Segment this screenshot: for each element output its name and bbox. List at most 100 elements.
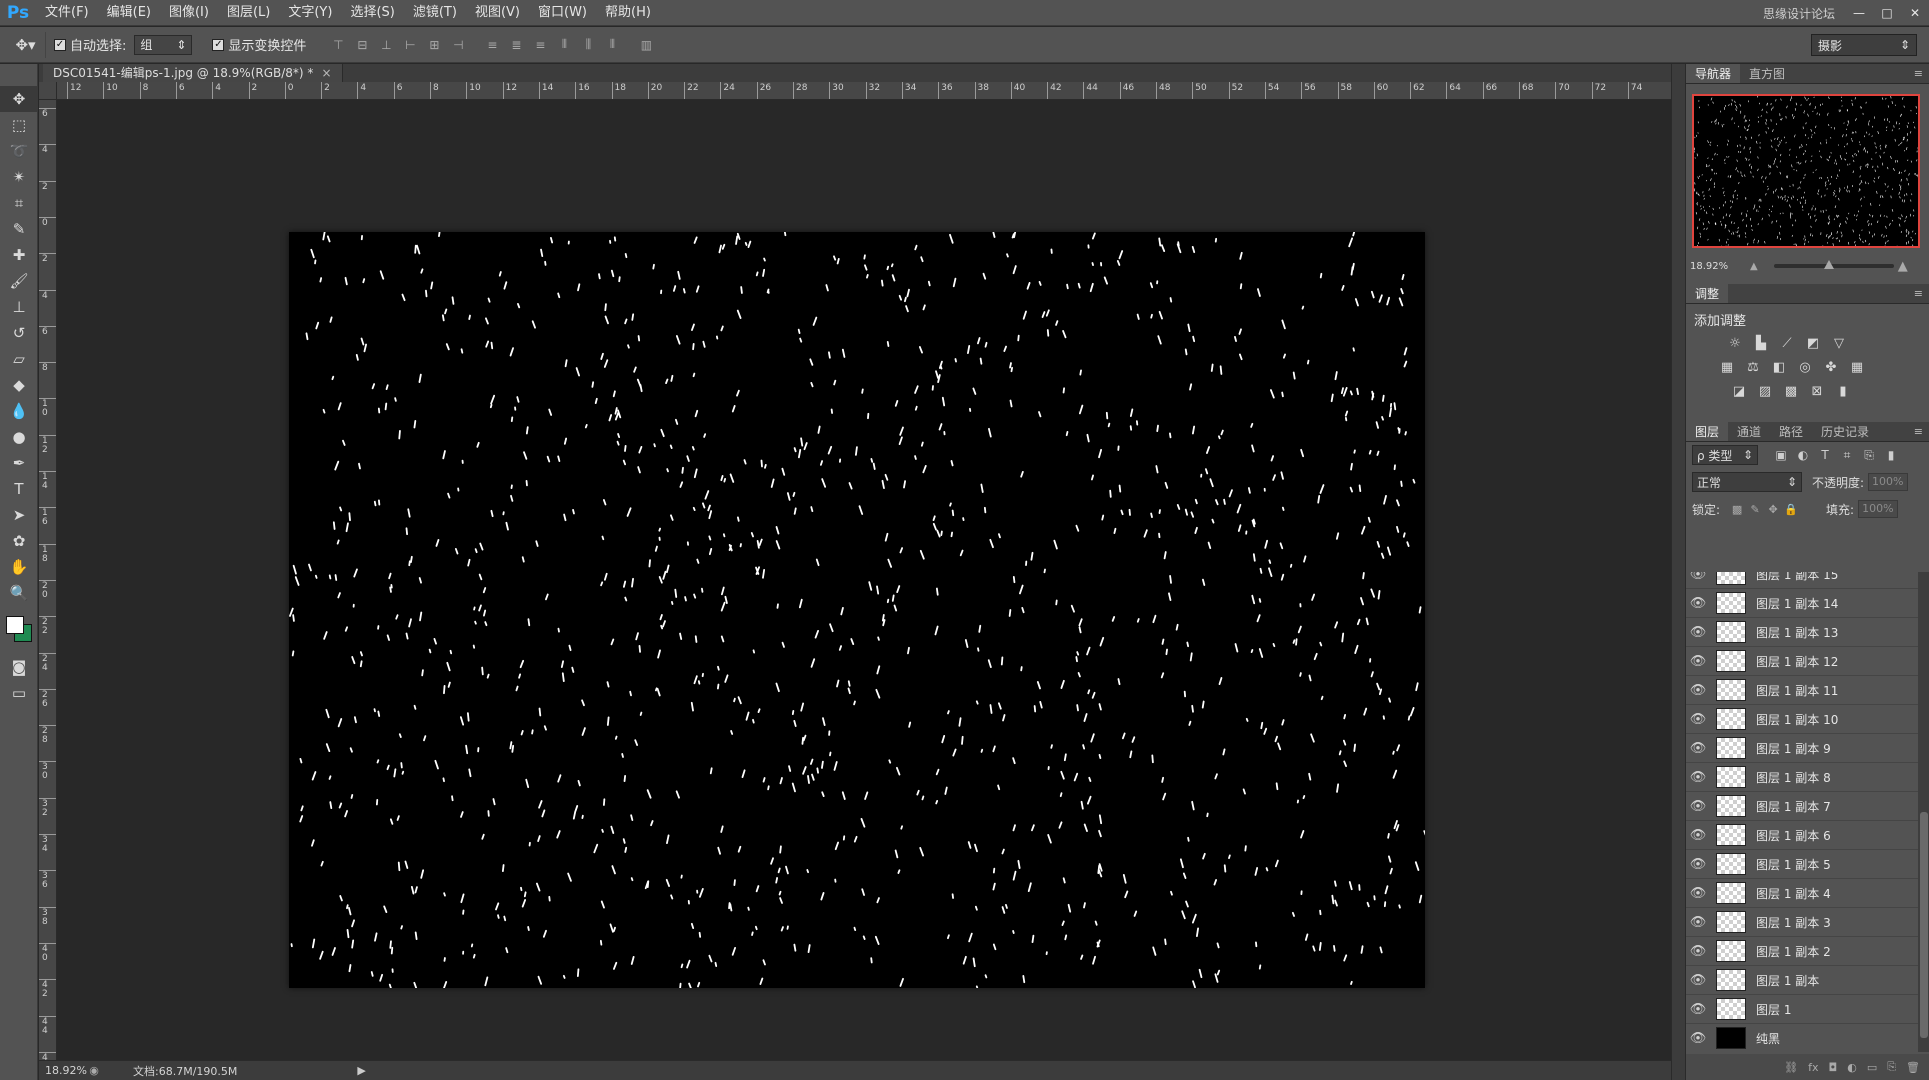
zoom-tool-icon[interactable]: 🔍 — [0, 580, 38, 606]
distribute-left-icon[interactable]: ⦀ — [554, 36, 574, 54]
visibility-eye-icon[interactable]: 👁 — [1686, 857, 1710, 872]
status-menu-arrow-icon[interactable]: ▶ — [357, 1064, 365, 1077]
zoom-in-icon[interactable]: ▲ — [1898, 259, 1908, 274]
auto-select-checkbox[interactable]: ✓ — [54, 38, 66, 51]
workspace-dropdown[interactable]: 摄影 ⇕ — [1811, 34, 1917, 56]
menu-item[interactable]: 选择(S) — [341, 0, 403, 26]
vertical-ruler[interactable]: 642024681 01 21 41 61 82 02 22 42 62 83 … — [39, 100, 57, 1060]
brush-tool-icon[interactable]: 🖌 — [0, 268, 38, 294]
ruler-origin[interactable] — [39, 82, 57, 100]
align-vcenter-icon[interactable]: ⊟ — [352, 36, 372, 54]
zoom-out-icon[interactable]: ▲ — [1750, 261, 1758, 272]
gradient-map-icon[interactable]: ▮ — [1834, 382, 1852, 400]
adjustment-filter-icon[interactable]: ◐ — [1794, 446, 1812, 464]
layer-row[interactable]: 👁 图层 1 副本 13 — [1686, 618, 1918, 647]
visibility-eye-icon[interactable]: 👁 — [1686, 654, 1710, 669]
path-selection-tool-icon[interactable]: ➤ — [0, 502, 38, 528]
panel-menu-icon[interactable]: ≡ — [1914, 422, 1923, 442]
layer-row[interactable]: 👁 图层 1 — [1686, 995, 1918, 1024]
layer-list-scrollbar[interactable] — [1918, 572, 1929, 1052]
pixel-filter-icon[interactable]: ▣ — [1772, 446, 1790, 464]
distribute-hcenter-icon[interactable]: ⫼ — [578, 36, 598, 54]
hand-tool-icon[interactable]: ✋ — [0, 554, 38, 580]
filter-toggle-icon[interactable]: ▮ — [1882, 446, 1900, 464]
align-top-icon[interactable]: ⊤ — [328, 36, 348, 54]
opacity-field[interactable]: 100% — [1868, 473, 1909, 491]
panel-menu-icon[interactable]: ≡ — [1914, 284, 1923, 304]
hue-saturation-icon[interactable]: ▦ — [1718, 358, 1736, 376]
type-tool-icon[interactable]: T — [0, 476, 38, 502]
menu-item[interactable]: 文字(Y) — [279, 0, 341, 26]
new-adjustment-icon[interactable]: ◐ — [1847, 1061, 1857, 1074]
restore-button[interactable]: □ — [1873, 4, 1901, 22]
type-filter-icon[interactable]: T — [1816, 446, 1834, 464]
lock-position-icon[interactable]: ✥ — [1764, 503, 1782, 516]
layer-row[interactable]: 👁 图层 1 副本 3 — [1686, 908, 1918, 937]
vibrance-icon[interactable]: ▽ — [1830, 334, 1848, 352]
layer-row[interactable]: 👁 图层 1 副本 5 — [1686, 850, 1918, 879]
color-balance-icon[interactable]: ⚖ — [1744, 358, 1762, 376]
pen-tool-icon[interactable]: ✒ — [0, 450, 38, 476]
visibility-eye-icon[interactable]: 👁 — [1686, 596, 1710, 611]
menu-item[interactable]: 图层(L) — [218, 0, 279, 26]
curves-icon[interactable]: ⟋ — [1778, 334, 1796, 352]
close-window-button[interactable]: ✕ — [1901, 4, 1929, 22]
invert-icon[interactable]: ◪ — [1730, 382, 1748, 400]
eraser-tool-icon[interactable]: ▱ — [0, 346, 38, 372]
menu-item[interactable]: 文件(F) — [36, 0, 98, 26]
menu-item[interactable]: 窗口(W) — [529, 0, 596, 26]
new-group-icon[interactable]: ▭ — [1867, 1061, 1877, 1074]
lock-transparency-icon[interactable]: ▩ — [1728, 503, 1746, 516]
move-tool-icon[interactable]: ✥ — [0, 86, 38, 112]
tab-paths[interactable]: 路径 — [1770, 422, 1812, 441]
shape-filter-icon[interactable]: ⌗ — [1838, 446, 1856, 464]
lock-pixels-icon[interactable]: ✎ — [1746, 503, 1764, 516]
fill-field[interactable]: 100% — [1858, 500, 1899, 518]
dodge-tool-icon[interactable]: ● — [0, 424, 38, 450]
visibility-eye-icon[interactable]: 👁 — [1686, 770, 1710, 785]
exposure-icon[interactable]: ◩ — [1804, 334, 1822, 352]
layer-row[interactable]: 👁 图层 1 副本 2 — [1686, 937, 1918, 966]
clone-stamp-tool-icon[interactable]: ⊥ — [0, 294, 38, 320]
marquee-tool-icon[interactable]: ⬚ — [0, 112, 38, 138]
document-tab[interactable]: DSC01541-编辑ps-1.jpg @ 18.9%(RGB/8*) * × — [43, 64, 343, 82]
black-white-icon[interactable]: ◧ — [1770, 358, 1788, 376]
history-brush-tool-icon[interactable]: ↺ — [0, 320, 38, 346]
align-left-icon[interactable]: ⊢ — [400, 36, 420, 54]
layer-kind-filter[interactable]: ρ 类型 ⇕ — [1692, 445, 1758, 465]
auto-select-dropdown[interactable]: 组 ⇕ — [134, 34, 193, 55]
visibility-eye-icon[interactable]: 👁 — [1686, 915, 1710, 930]
custom-shape-tool-icon[interactable]: ✿ — [0, 528, 38, 554]
layer-row[interactable]: 👁 图层 1 副本 12 — [1686, 647, 1918, 676]
minimize-button[interactable]: — — [1845, 4, 1873, 22]
distribute-right-icon[interactable]: ⦀ — [602, 36, 622, 54]
visibility-eye-icon[interactable]: 👁 — [1686, 712, 1710, 727]
link-layers-icon[interactable]: ⛓ — [1784, 1061, 1798, 1074]
scrollbar-thumb[interactable] — [1920, 812, 1928, 1038]
visibility-eye-icon[interactable]: 👁 — [1686, 944, 1710, 959]
panel-menu-icon[interactable]: ≡ — [1914, 64, 1923, 84]
crop-tool-icon[interactable]: ⌗ — [0, 190, 38, 216]
visibility-eye-icon[interactable]: 👁 — [1686, 828, 1710, 843]
visibility-eye-icon[interactable]: 👁 — [1686, 973, 1710, 988]
add-mask-icon[interactable]: ◘ — [1829, 1061, 1838, 1074]
auto-align-icon[interactable]: ▥ — [636, 36, 656, 54]
quick-mask-icon[interactable]: ◙ — [0, 654, 38, 680]
tab-adjustments[interactable]: 调整 — [1686, 284, 1729, 303]
navigator-zoom-value[interactable]: 18.92% — [1690, 261, 1746, 272]
status-info-icon[interactable]: ◉ — [85, 1064, 103, 1077]
align-bottom-icon[interactable]: ⊥ — [376, 36, 396, 54]
layer-style-icon[interactable]: fx — [1808, 1061, 1818, 1074]
smart-object-filter-icon[interactable]: ⎘ — [1860, 446, 1878, 464]
visibility-eye-icon[interactable]: 👁 — [1686, 1031, 1710, 1046]
layer-row[interactable]: 👁 图层 1 副本 15 — [1686, 572, 1918, 589]
blend-mode-dropdown[interactable]: 正常 ⇕ — [1692, 472, 1802, 492]
delete-layer-icon[interactable]: 🗑 — [1906, 1061, 1920, 1074]
channel-mixer-icon[interactable]: ✤ — [1822, 358, 1840, 376]
new-layer-icon[interactable]: ⎘ — [1887, 1060, 1896, 1074]
navigator-preview[interactable] — [1692, 94, 1920, 248]
horizontal-ruler[interactable]: 12 10 8 6 4 2 0 2 4 6 8 10 12 14 16 18 20 22 24 26 28 30 32 34 3… — [57, 82, 1671, 100]
menu-item[interactable]: 滤镜(T) — [404, 0, 466, 26]
layer-row[interactable]: 👁 图层 1 副本 6 — [1686, 821, 1918, 850]
distribute-vcenter-icon[interactable]: ≣ — [506, 36, 526, 54]
